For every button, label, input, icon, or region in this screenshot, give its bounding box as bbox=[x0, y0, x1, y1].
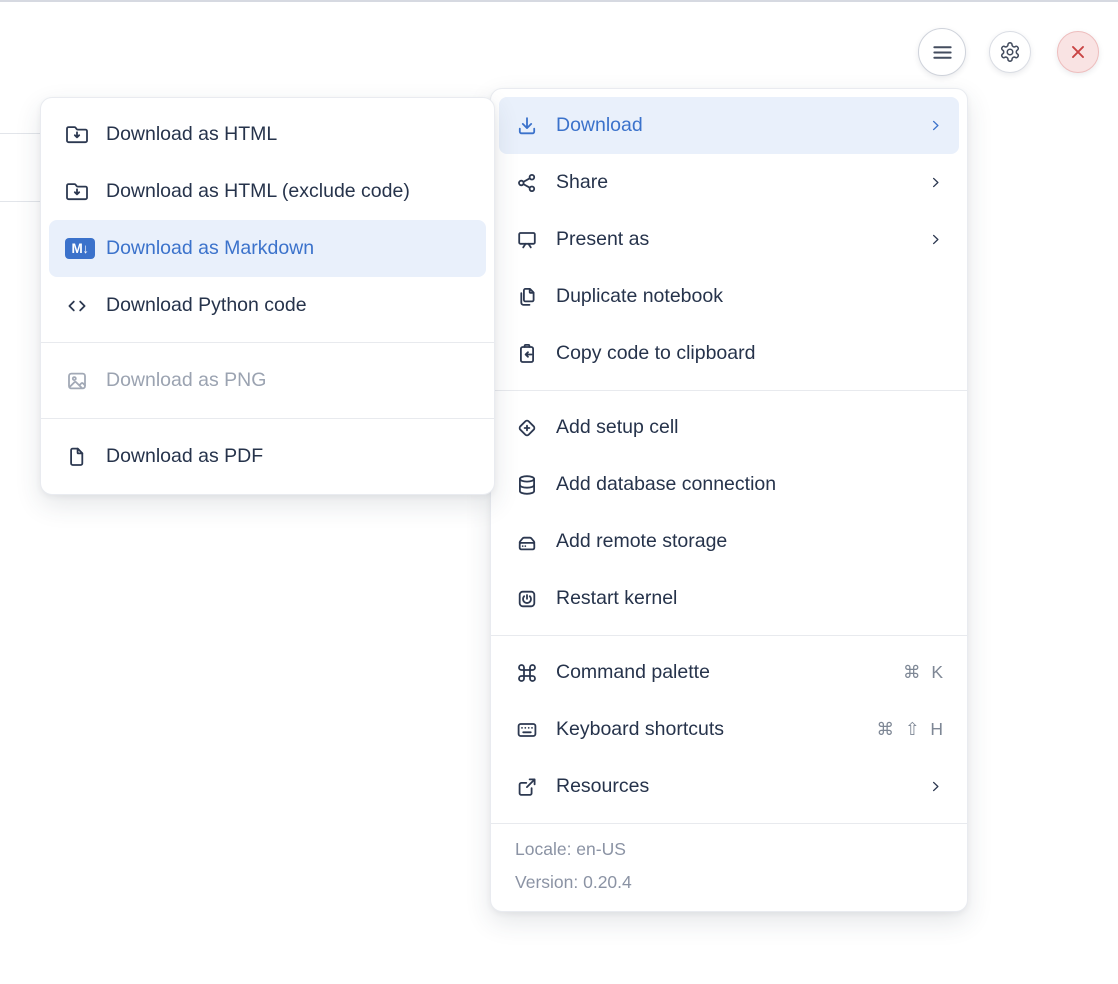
share-icon bbox=[515, 171, 539, 195]
menu-section: Download as PDF bbox=[41, 419, 494, 494]
menu-item-add-remote-storage[interactable]: Add remote storage bbox=[499, 513, 959, 570]
power-icon bbox=[515, 587, 539, 611]
menu-item-label: Duplicate notebook bbox=[556, 287, 723, 307]
hamburger-menu-button[interactable] bbox=[918, 28, 966, 76]
notebook-menu: Download Share Present as bbox=[490, 88, 968, 912]
menu-item-copy-code[interactable]: Copy code to clipboard bbox=[499, 325, 959, 382]
menu-item-label: Add remote storage bbox=[556, 532, 727, 552]
chevron-right-icon bbox=[928, 117, 943, 134]
file-icon bbox=[65, 445, 89, 469]
menu-item-label: Command palette bbox=[556, 663, 710, 683]
menu-item-label: Download as Markdown bbox=[106, 239, 314, 259]
folder-download-icon bbox=[65, 180, 89, 204]
menu-item-download-markdown[interactable]: M↓ Download as Markdown bbox=[49, 220, 486, 277]
menu-item-add-setup-cell[interactable]: Add setup cell bbox=[499, 399, 959, 456]
download-submenu: Download as HTML Download as HTML (exclu… bbox=[40, 97, 495, 495]
duplicate-icon bbox=[515, 285, 539, 309]
shortcut-hint: ⌘ ⇧ H bbox=[876, 719, 943, 740]
menu-item-add-database[interactable]: Add database connection bbox=[499, 456, 959, 513]
menu-item-label: Download Python code bbox=[106, 296, 307, 316]
menu-item-download[interactable]: Download bbox=[499, 97, 959, 154]
menu-item-share[interactable]: Share bbox=[499, 154, 959, 211]
menu-footer: Locale: en-US Version: 0.20.4 bbox=[491, 824, 967, 911]
menu-item-label: Download as HTML (exclude code) bbox=[106, 182, 410, 202]
presentation-icon bbox=[515, 228, 539, 252]
storage-icon bbox=[515, 530, 539, 554]
menu-item-label: Present as bbox=[556, 230, 649, 250]
hamburger-icon bbox=[931, 41, 954, 64]
menu-item-label: Download as PDF bbox=[106, 447, 263, 467]
locale-text: Locale: en-US bbox=[515, 833, 943, 866]
folder-download-icon bbox=[65, 123, 89, 147]
markdown-icon: M↓ bbox=[65, 237, 95, 261]
menu-item-label: Resources bbox=[556, 777, 649, 797]
menu-item-download-pdf[interactable]: Download as PDF bbox=[49, 428, 486, 485]
version-text: Version: 0.20.4 bbox=[515, 866, 943, 899]
menu-section: Download as HTML Download as HTML (exclu… bbox=[41, 98, 494, 343]
chevron-right-icon bbox=[928, 174, 943, 191]
menu-item-label: Copy code to clipboard bbox=[556, 344, 755, 364]
menu-item-resources[interactable]: Resources bbox=[499, 758, 959, 815]
menu-item-keyboard-shortcuts[interactable]: Keyboard shortcuts ⌘ ⇧ H bbox=[499, 701, 959, 758]
clipboard-icon bbox=[515, 342, 539, 366]
menu-item-download-html[interactable]: Download as HTML bbox=[49, 106, 486, 163]
menu-item-label: Keyboard shortcuts bbox=[556, 720, 724, 740]
settings-button[interactable] bbox=[989, 31, 1031, 73]
menu-section: Command palette ⌘ K Keyboard shortcuts ⌘… bbox=[491, 636, 967, 824]
database-icon bbox=[515, 473, 539, 497]
menu-item-label: Add database connection bbox=[556, 475, 776, 495]
background-divider-line bbox=[0, 133, 42, 134]
shortcut-hint: ⌘ K bbox=[903, 662, 943, 683]
gear-icon bbox=[999, 41, 1021, 63]
chevron-right-icon bbox=[928, 778, 943, 795]
menu-section: Download as PNG bbox=[41, 343, 494, 419]
menu-item-label: Restart kernel bbox=[556, 589, 677, 609]
menu-section: Add setup cell Add database connection A… bbox=[491, 391, 967, 636]
external-link-icon bbox=[515, 775, 539, 799]
menu-item-label: Add setup cell bbox=[556, 418, 679, 438]
close-button[interactable] bbox=[1057, 31, 1099, 73]
keyboard-icon bbox=[515, 718, 539, 742]
close-icon bbox=[1067, 41, 1089, 63]
menu-item-command-palette[interactable]: Command palette ⌘ K bbox=[499, 644, 959, 701]
chevron-right-icon bbox=[928, 231, 943, 248]
image-icon bbox=[65, 369, 89, 393]
menu-item-label: Share bbox=[556, 173, 608, 193]
menu-item-duplicate-notebook[interactable]: Duplicate notebook bbox=[499, 268, 959, 325]
background-divider-line bbox=[0, 201, 42, 202]
page-top-border bbox=[0, 0, 1118, 2]
menu-item-label: Download as HTML bbox=[106, 125, 277, 145]
download-icon bbox=[515, 114, 539, 138]
menu-item-download-png[interactable]: Download as PNG bbox=[49, 352, 486, 409]
menu-item-label: Download as PNG bbox=[106, 371, 266, 391]
diamond-plus-icon bbox=[515, 416, 539, 440]
menu-item-download-html-exclude-code[interactable]: Download as HTML (exclude code) bbox=[49, 163, 486, 220]
menu-item-restart-kernel[interactable]: Restart kernel bbox=[499, 570, 959, 627]
command-icon bbox=[515, 661, 539, 685]
menu-section: Download Share Present as bbox=[491, 89, 967, 391]
menu-item-label: Download bbox=[556, 116, 643, 136]
menu-item-present-as[interactable]: Present as bbox=[499, 211, 959, 268]
menu-item-download-python-code[interactable]: Download Python code bbox=[49, 277, 486, 334]
code-icon bbox=[65, 294, 89, 318]
